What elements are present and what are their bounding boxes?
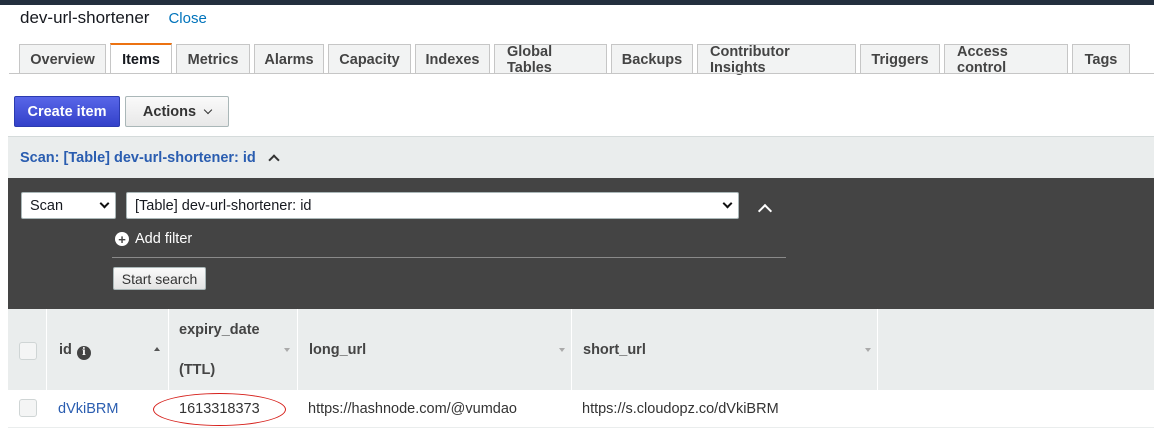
tab-overview[interactable]: Overview [19,44,106,74]
tab-tags[interactable]: Tags [1072,44,1130,74]
tab-triggers[interactable]: Triggers [860,44,940,74]
tab-access-control[interactable]: Access control [944,44,1068,76]
chevron-up-icon [268,154,280,166]
column-separator [877,309,878,390]
chevron-down-icon [722,198,733,209]
row-expiry-date: 1613318373 [179,401,260,417]
panel-divider [112,257,786,258]
info-icon[interactable]: i [76,345,91,360]
scan-header-title: Scan: [Table] dev-url-shortener: id [20,149,256,166]
tab-items[interactable]: Items [110,43,172,74]
tab-bar: Overview Items Metrics Alarms Capacity I… [19,43,1134,76]
top-bar [0,0,1154,5]
table-header: id i expiry_date (TTL) long_url short_url [8,309,1154,390]
tabs-divider [9,73,1154,74]
sort-icon [865,348,871,352]
scan-target-select[interactable]: [Table] dev-url-shortener: id [126,192,739,219]
sort-icon [559,348,565,352]
close-link[interactable]: Close [168,10,206,27]
id-header-text: id [59,342,72,358]
table-row[interactable]: dVkiBRM 1613318373 https://hashnode.com/… [8,390,1154,428]
short-url-header-text: short_url [583,342,646,358]
row-short-url: https://s.cloudopz.co/dVkiBRM [582,401,779,417]
add-filter-label: Add filter [135,231,193,247]
column-header-id-label: id i [59,342,91,360]
column-header-expiry-date[interactable]: expiry_date (TTL) [169,309,297,390]
tab-global-tables[interactable]: Global Tables [494,44,607,76]
column-header-long-url[interactable]: long_url [298,309,571,390]
scan-target-value: [Table] dev-url-shortener: id [135,197,312,214]
actions-label: Actions [142,103,197,120]
create-item-button[interactable]: Create item [14,96,120,127]
scan-mode-select[interactable]: Scan [21,192,116,219]
scan-section-header[interactable]: Scan: [Table] dev-url-shortener: id [8,136,1154,178]
toolbar: Create item Actions [14,96,229,127]
tab-capacity[interactable]: Capacity [328,44,411,74]
chevron-down-icon [203,105,213,114]
tab-alarms[interactable]: Alarms [254,44,324,74]
expiry-header-line2: (TTL) [179,362,216,378]
create-item-label: Create item [27,103,107,120]
tab-metrics[interactable]: Metrics [176,44,250,74]
actions-button[interactable]: Actions [125,96,229,127]
long-url-header-text: long_url [309,342,367,358]
row-checkbox[interactable] [19,399,37,417]
expiry-header-line1: expiry_date [179,322,260,338]
scan-mode-value: Scan [30,197,64,214]
tab-indexes[interactable]: Indexes [415,44,490,74]
select-all-checkbox[interactable] [19,342,37,360]
start-search-button[interactable]: Start search [113,267,206,290]
sort-icon [284,348,290,352]
tab-contributor-insights[interactable]: Contributor Insights [697,44,856,76]
tab-backups[interactable]: Backups [611,44,693,74]
start-search-label: Start search [121,270,198,287]
scan-panel: Scan [Table] dev-url-shortener: id + Add… [8,178,1154,309]
row-long-url: https://hashnode.com/@vumdao [308,401,517,417]
add-filter-button[interactable]: + Add filter [115,231,192,247]
collapse-panel-icon[interactable] [757,203,773,219]
sort-ascending-icon [154,347,160,351]
plus-circle-icon: + [115,232,129,246]
table-name: dev-url-shortener [20,8,150,27]
column-header-id[interactable]: id i [47,309,168,390]
column-header-short-url[interactable]: short_url [572,309,877,390]
row-id-link[interactable]: dVkiBRM [58,401,118,417]
title-row: dev-url-shortener Close [20,8,207,28]
chevron-down-icon [99,198,110,209]
